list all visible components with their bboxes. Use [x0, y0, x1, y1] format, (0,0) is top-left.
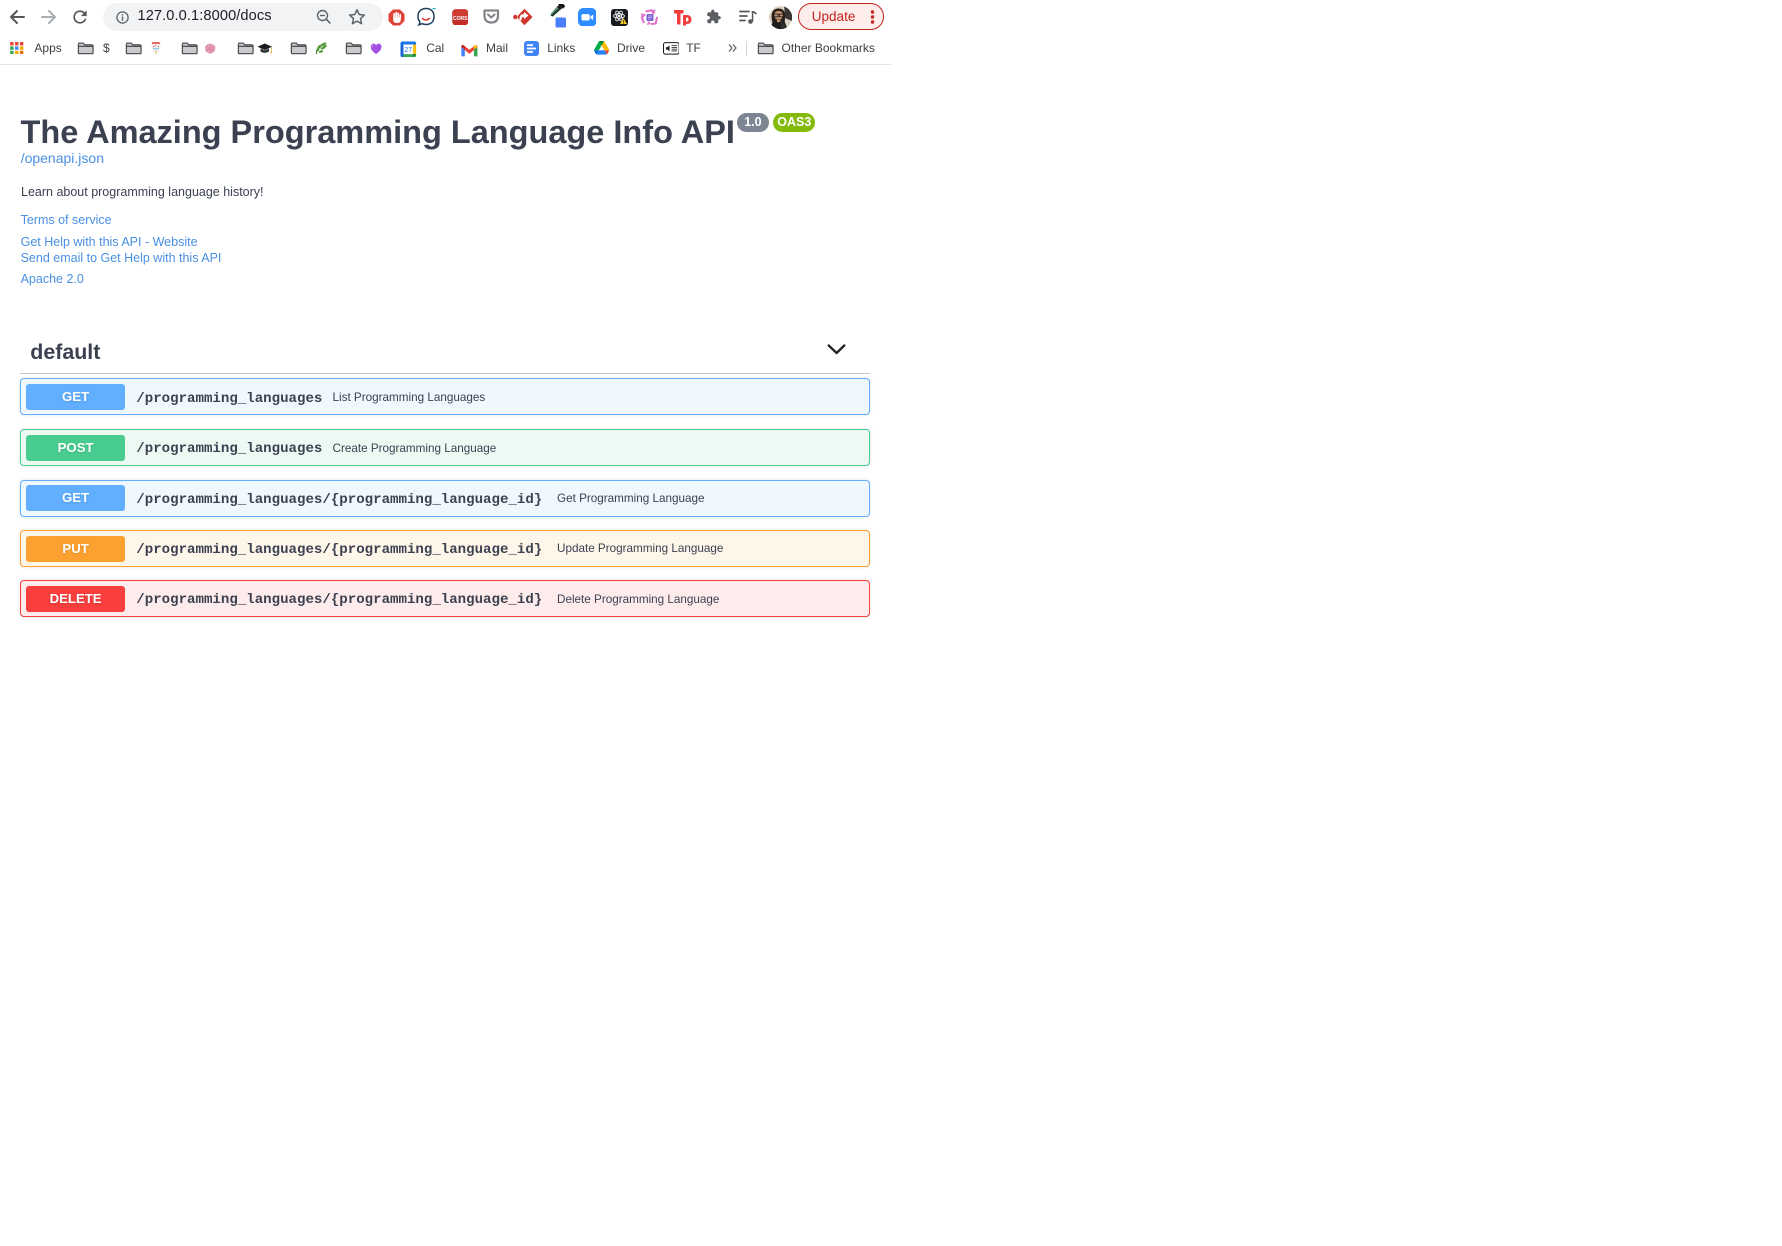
svg-text:27: 27: [404, 47, 412, 54]
svg-text:CORS: CORS: [452, 16, 467, 22]
